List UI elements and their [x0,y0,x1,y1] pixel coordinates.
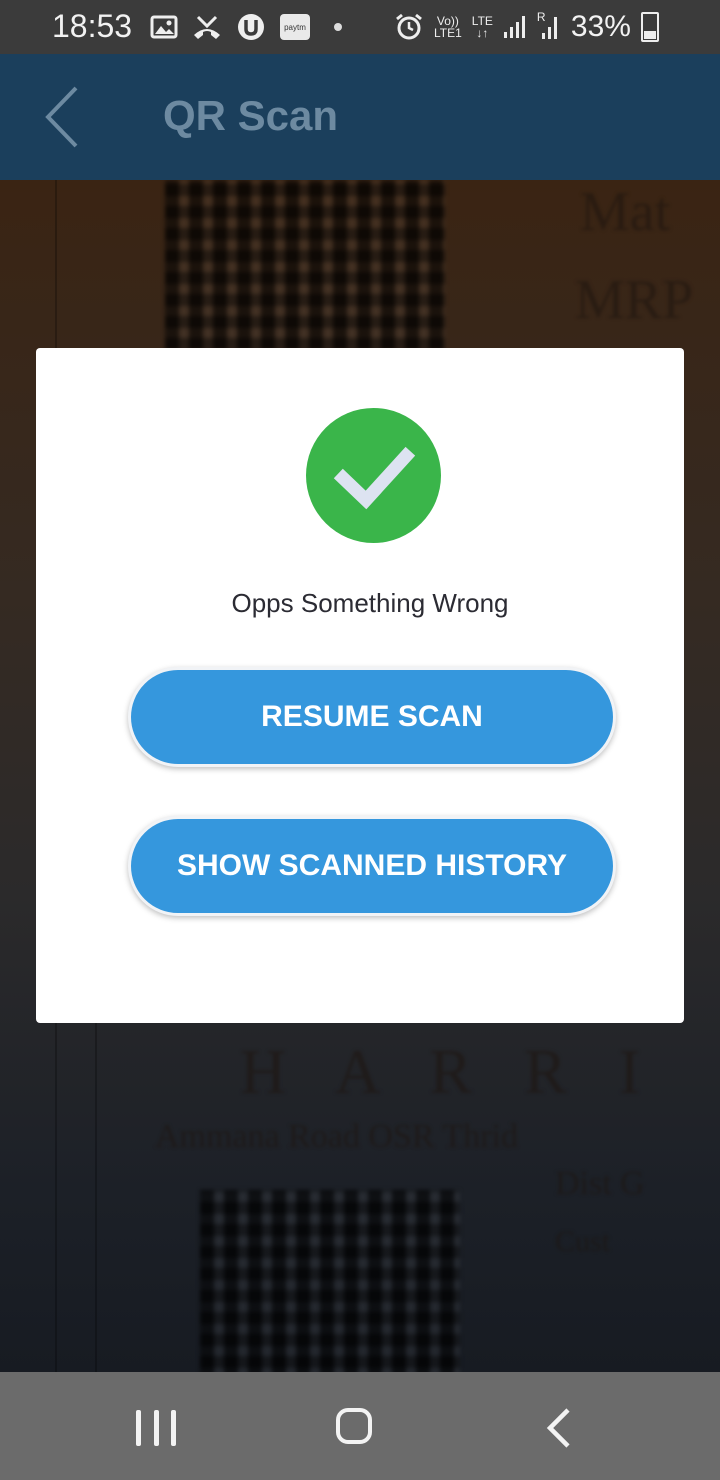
nav-back-icon[interactable] [540,1408,580,1448]
notification-dot-icon [334,23,342,31]
show-scanned-history-button[interactable]: SHOW SCANNED HISTORY [128,816,616,916]
signal-roaming-icon: R [537,11,561,41]
status-time: 18:53 [52,8,133,44]
home-icon[interactable] [336,1408,372,1444]
recents-icon[interactable] [136,1410,176,1446]
missed-call-icon [192,13,222,41]
bg-text-mat: Mat [580,181,671,243]
bg-text-harri: H A R R I [240,1036,659,1107]
battery-percent: 33% [570,10,631,43]
lte-arrows-icon: ↓↑ [476,26,489,40]
navigation-bar [0,1372,720,1480]
bg-text-cust: Cust [555,1225,611,1258]
gallery-icon [150,14,178,40]
label-edge-2 [95,1000,97,1372]
page-title: QR Scan [163,92,339,139]
volte-icon: Vo)) LTE1 [434,15,462,39]
signal-icon [503,14,527,40]
paytm-icon: paytm [280,14,310,40]
qr-code-top [165,180,445,350]
bg-text-dist: Dist G [555,1165,645,1202]
dialog-message: Opps Something Wrong [231,588,509,618]
bg-text-mrp: MRP [575,269,694,331]
back-arrow-icon[interactable] [40,84,90,150]
result-dialog: Opps Something Wrong RESUME SCAN SHOW SC… [36,348,684,1023]
notification-icons: paytm [150,12,342,42]
lte-icon: LTE ↓↑ [472,15,493,39]
battery-icon [640,12,659,42]
u-app-icon [236,12,266,42]
bg-text-address: Ammana Road OSR Thrid [155,1118,518,1155]
check-circle-icon [306,408,441,543]
resume-scan-button[interactable]: RESUME SCAN [128,667,616,767]
app-bar: QR Scan [0,54,720,180]
lte1-label: LTE1 [434,26,462,40]
qr-scan-screen: 18:53 paytm Vo)) LTE1 LTE ↓↑ R 33% QR Sc… [0,0,720,1480]
system-icons: Vo)) LTE1 LTE ↓↑ R 33% [394,10,659,44]
status-bar: 18:53 paytm Vo)) LTE1 LTE ↓↑ R 33% [0,0,720,54]
qr-code-bottom [200,1190,460,1372]
alarm-icon [394,12,424,42]
